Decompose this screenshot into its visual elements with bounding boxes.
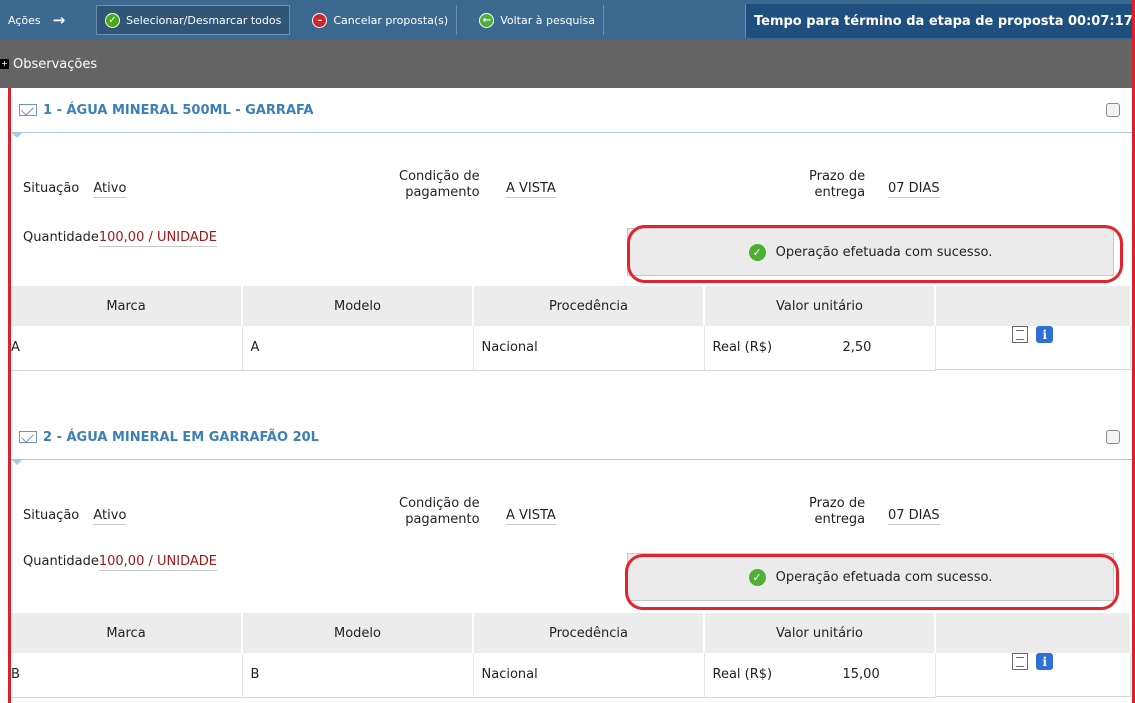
expand-icon[interactable]: +: [0, 59, 9, 69]
cell-procedencia: Nacional: [473, 326, 705, 371]
cell-valor: Real (R$) 2,50: [704, 326, 936, 371]
proposal-item: 1 - ÁGUA MINERAL 500ML - GARRAFA Situaçã…: [11, 88, 1132, 371]
proposal-timer: Tempo para término da etapa de proposta …: [745, 4, 1135, 38]
item-header: 2 - ÁGUA MINERAL EM GARRAFÃO 20L: [11, 415, 1132, 459]
prazo-label-line1: Prazo de: [809, 169, 866, 184]
info-icon[interactable]: i: [1036, 653, 1054, 670]
condicao-value: A VISTA: [506, 181, 556, 198]
proposal-table: Marca Modelo Procedência Valor unitário …: [11, 286, 1132, 371]
unit-value: 2,50: [842, 340, 872, 356]
quantidade-label: Quantidade: [23, 230, 99, 245]
prazo-label-line1: Prazo de: [809, 496, 866, 511]
timer-text: Tempo para término da etapa de proposta …: [754, 13, 1133, 29]
quantidade-label: Quantidade: [23, 554, 99, 569]
situacao-value: Ativo: [93, 181, 127, 198]
cell-procedencia: Nacional: [473, 653, 705, 698]
item-select-checkbox[interactable]: [1106, 103, 1120, 117]
prazo-label-line2: entrega: [814, 512, 866, 527]
cell-actions: i: [935, 653, 1131, 697]
highlight-ring: [625, 554, 1119, 610]
observacoes-bar[interactable]: + Observações: [0, 40, 1135, 88]
proposal-item: 2 - ÁGUA MINERAL EM GARRAFÃO 20L Situaçã…: [11, 415, 1132, 698]
table-row: B B Nacional Real (R$) 15,00 i: [11, 653, 1131, 698]
cell-marca: B: [11, 653, 243, 698]
acoes-label: Ações: [8, 13, 41, 27]
envelope-icon: [19, 431, 37, 443]
observacoes-label: Observações: [13, 56, 98, 72]
arrow-left-circle-icon: ←: [479, 12, 495, 28]
item-fields: Situação Ativo Condição de pagamento A V…: [11, 133, 1132, 247]
condicao-label-line2: pagamento: [405, 185, 480, 200]
check-circle-icon: ✓: [105, 12, 120, 28]
cancel-proposal-button[interactable]: – Cancelar proposta(s): [304, 5, 458, 35]
col-valor-unitario: Valor unitário: [704, 286, 936, 326]
quantidade-value: 100,00 / UNIDADE: [98, 554, 217, 571]
acoes-menu[interactable]: Ações →: [0, 0, 96, 40]
situacao-label: Situação: [23, 181, 80, 196]
select-all-label: Selecionar/Desmarcar todos: [126, 13, 282, 27]
item-select-checkbox[interactable]: [1106, 430, 1120, 444]
condicao-label-line2: pagamento: [405, 512, 480, 527]
arrow-right-icon: →: [52, 11, 66, 29]
item-header: 1 - ÁGUA MINERAL 500ML - GARRAFA: [11, 88, 1132, 132]
cell-actions: i: [935, 326, 1131, 370]
envelope-icon: [19, 104, 37, 116]
actions-toolbar: Ações → ✓ Selecionar/Desmarcar todos – C…: [0, 0, 1135, 40]
prazo-value: 07 DIAS: [888, 181, 940, 198]
item-title[interactable]: 2 - ÁGUA MINERAL EM GARRAFÃO 20L: [43, 430, 319, 445]
condicao-label-line1: Condição de: [399, 496, 480, 511]
col-marca: Marca: [11, 613, 243, 653]
cell-valor: Real (R$) 15,00: [704, 653, 936, 698]
col-marca: Marca: [11, 286, 243, 326]
col-actions: [935, 613, 1132, 653]
col-modelo: Modelo: [242, 613, 474, 653]
situacao-label: Situação: [23, 508, 80, 523]
condicao-value: A VISTA: [506, 508, 556, 525]
cancel-proposal-label: Cancelar proposta(s): [333, 13, 449, 27]
back-to-search-button[interactable]: ← Voltar à pesquisa: [471, 5, 604, 35]
prazo-label-line2: entrega: [814, 185, 866, 200]
table-row: A A Nacional Real (R$) 2,50 i: [11, 326, 1131, 371]
back-to-search-label: Voltar à pesquisa: [500, 13, 595, 27]
currency-label: Real (R$): [712, 667, 773, 683]
proposal-table: Marca Modelo Procedência Valor unitário …: [11, 613, 1132, 698]
currency-label: Real (R$): [712, 340, 773, 356]
unit-value: 15,00: [842, 667, 880, 683]
cell-marca: A: [11, 326, 243, 371]
highlight-ring: [627, 225, 1123, 283]
col-procedencia: Procedência: [473, 286, 705, 326]
situacao-value: Ativo: [93, 508, 127, 525]
item-fields: Situação Ativo Condição de pagamento A V…: [11, 460, 1132, 571]
col-modelo: Modelo: [242, 286, 474, 326]
info-icon[interactable]: i: [1036, 326, 1054, 343]
attachment-doc-icon[interactable]: [1012, 326, 1029, 343]
item-title[interactable]: 1 - ÁGUA MINERAL 500ML - GARRAFA: [43, 103, 313, 118]
cell-modelo: A: [242, 326, 474, 371]
minus-circle-icon: –: [312, 12, 328, 28]
cell-modelo: B: [242, 653, 474, 698]
select-all-button[interactable]: ✓ Selecionar/Desmarcar todos: [96, 5, 291, 35]
condicao-label-line1: Condição de: [399, 169, 480, 184]
attachment-doc-icon[interactable]: [1012, 653, 1029, 670]
quantidade-value: 100,00 / UNIDADE: [98, 230, 217, 247]
col-procedencia: Procedência: [473, 613, 705, 653]
col-valor-unitario: Valor unitário: [704, 613, 936, 653]
prazo-value: 07 DIAS: [888, 508, 940, 525]
col-actions: [935, 286, 1132, 326]
